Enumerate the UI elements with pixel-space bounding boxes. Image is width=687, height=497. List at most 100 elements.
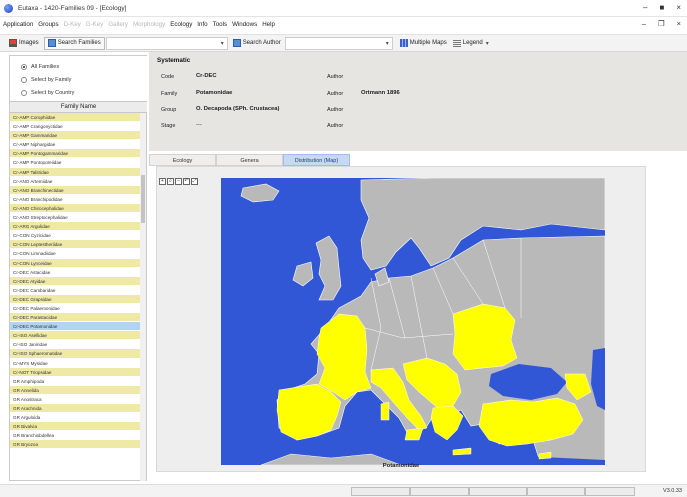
list-item[interactable]: Cr-MYS Mysidae xyxy=(10,359,140,368)
list-item[interactable]: Cr-ANO Branchinectidae xyxy=(10,185,140,195)
multiple-maps-button[interactable]: Multiple Maps xyxy=(397,37,450,50)
section-title: Systematic xyxy=(157,57,191,64)
status-cell xyxy=(527,487,585,496)
child-window-controls: – ❐ × xyxy=(642,17,681,31)
code-value: Cr-DEC xyxy=(196,73,217,79)
search-families-button[interactable]: Search Families xyxy=(43,36,105,50)
list-item[interactable]: Cr-ISO Janiridae xyxy=(10,340,140,350)
close-icon[interactable]: × xyxy=(676,3,681,12)
chevron-down-icon: ▾ xyxy=(385,40,389,47)
zoom-in-icon[interactable]: + xyxy=(159,178,166,185)
search-families-combo[interactable]: ▾ xyxy=(105,36,228,50)
code-label: Code xyxy=(161,74,175,80)
list-item[interactable]: Cr-AMP Crangonyctidae xyxy=(10,122,140,132)
menu-application[interactable]: Application xyxy=(3,21,33,28)
list-scrollbar[interactable] xyxy=(140,113,146,481)
list-item[interactable]: Cr-ANO Streptocephalidae xyxy=(10,213,140,223)
menu-help[interactable]: Help xyxy=(262,21,275,28)
list-item[interactable]: GR Bryozoa xyxy=(10,440,140,450)
fit-extent-icon[interactable]: ⤢ xyxy=(191,178,198,185)
stage-label: Stage xyxy=(161,123,176,129)
list-item[interactable]: GR Branchiobdellea xyxy=(10,431,140,441)
menu-d-key: D-Key xyxy=(63,20,81,28)
list-item[interactable]: Cr-AMP Gammaridae xyxy=(10,131,140,141)
family-label: Family xyxy=(161,91,178,97)
list-item[interactable]: GR Anostraca xyxy=(10,395,140,404)
list-item[interactable]: Cr-DEC Atyidae xyxy=(10,276,140,286)
list-item[interactable]: GR Annelida xyxy=(10,385,140,395)
list-item[interactable]: Cr-CON Leptestheriidae xyxy=(10,240,140,250)
list-item[interactable]: Cr-CON Limnadiidae xyxy=(10,249,140,259)
list-item[interactable]: Cr-CON Cyzicidae xyxy=(10,231,140,241)
search-families-label: Search Families xyxy=(57,40,101,46)
menu-windows[interactable]: Windows xyxy=(232,21,257,28)
maximize-icon[interactable]: ■ xyxy=(659,3,664,12)
menu-gallery: Gallery xyxy=(108,20,128,28)
scrollbar-thumb[interactable] xyxy=(141,175,145,223)
family-list: Cr-AMP Corophiidae Cr-AMP Crangonyctidae C… xyxy=(10,113,140,481)
minimize-icon[interactable]: – xyxy=(643,3,647,12)
filter-all-families[interactable]: All Families xyxy=(21,61,147,72)
search-author-combo[interactable]: ▾ xyxy=(284,36,393,50)
zoom-search-icon[interactable]: ⌕ xyxy=(167,178,174,185)
search-author-button[interactable]: Search Author xyxy=(230,37,284,50)
list-item[interactable]: Cr-ANO Chirocephalidae xyxy=(10,203,140,214)
legend-button[interactable]: Legend ▾ xyxy=(450,37,492,50)
tab-distribution-map[interactable]: Distribution (Map) xyxy=(283,154,350,166)
list-item[interactable]: Cr-AMP Pontoporeiidae xyxy=(10,158,140,168)
map-toolbar: + ⌕ – ↶ ⤢ xyxy=(159,178,198,185)
stage-value: --- xyxy=(196,122,202,128)
list-item[interactable]: Cr-ANO Branchipodidae xyxy=(10,195,140,204)
list-item[interactable]: Cr-AMP Talitridae xyxy=(10,167,140,177)
list-item[interactable]: GR Arguloida xyxy=(10,413,140,423)
list-item[interactable]: Cr-DEC Cambaridae xyxy=(10,286,140,295)
menu-groups[interactable]: Groups xyxy=(38,21,58,28)
list-item[interactable]: Cr-ISO Sphaeromatidae xyxy=(10,349,140,359)
images-button[interactable]: Images xyxy=(6,37,42,50)
list-item[interactable]: Cr-ISO Asellidae xyxy=(10,331,140,341)
menu-ecology[interactable]: Ecology xyxy=(170,21,192,28)
title-bar: Eutaxa - 1420-Families 09 - [Ecology] – … xyxy=(0,0,687,17)
zoom-out-icon[interactable]: – xyxy=(175,178,182,185)
filter-by-family[interactable]: Select by Family xyxy=(21,74,147,85)
radio-button[interactable] xyxy=(21,76,27,83)
europe-distribution-map[interactable] xyxy=(221,178,605,465)
search-author-icon xyxy=(232,39,241,47)
list-item[interactable]: Cr-AMP Corophiidae xyxy=(10,113,140,123)
images-label: Images xyxy=(19,40,39,46)
filter-by-country[interactable]: Select by Country xyxy=(21,87,147,98)
child-restore-icon[interactable]: ❐ xyxy=(658,17,665,31)
systematic-panel: Systematic Code Cr-DEC Author Family Pot… xyxy=(149,52,687,151)
radio-button[interactable] xyxy=(21,63,27,70)
child-close-icon[interactable]: × xyxy=(677,17,681,31)
list-item[interactable]: Cr-NOT Triopsidae xyxy=(10,367,140,377)
child-minimize-icon[interactable]: – xyxy=(642,17,646,31)
undo-icon[interactable]: ↶ xyxy=(183,178,190,185)
menu-info[interactable]: Info xyxy=(197,21,207,28)
list-item[interactable]: Cr-ARG Argulidae xyxy=(10,222,140,232)
list-item[interactable]: Cr-AMP Pontogammaridae xyxy=(10,149,140,159)
list-item[interactable]: Cr-DEC Potamonidae xyxy=(10,322,140,332)
radio-button[interactable] xyxy=(21,89,27,96)
window-controls: – ■ × xyxy=(643,3,681,12)
list-item[interactable]: GR Arachnida xyxy=(10,404,140,414)
list-item[interactable]: Cr-ANO Artemiidae xyxy=(10,177,140,186)
list-item[interactable]: Cr-DEC Astacidae xyxy=(10,268,140,277)
chevron-down-icon: ▾ xyxy=(485,40,489,47)
list-item[interactable]: Cr-DEC Palaemonidae xyxy=(10,304,140,314)
list-item[interactable]: Cr-DEC Parastacidae xyxy=(10,313,140,323)
status-cell xyxy=(469,487,527,496)
list-item[interactable]: GR Bivalvia xyxy=(10,422,140,432)
list-item[interactable]: Cr-CON Lynceidae xyxy=(10,258,140,268)
author-label: Author xyxy=(327,123,344,129)
group-value: O. Decapoda (SPh. Crustacea) xyxy=(196,106,280,112)
list-item[interactable]: Cr-DEC Grapsidae xyxy=(10,294,140,304)
map-panel: + ⌕ – ↶ ⤢ xyxy=(156,166,646,472)
list-item[interactable]: GR Amphipoda xyxy=(10,377,140,386)
column-header-family-name[interactable]: Family Name xyxy=(10,101,147,113)
map-caption: Potamonidae xyxy=(382,463,420,469)
tab-genera[interactable]: Genera xyxy=(216,154,283,166)
tab-ecology[interactable]: Ecology xyxy=(149,154,216,166)
menu-tools[interactable]: Tools xyxy=(213,21,227,28)
list-item[interactable]: Cr-AMP Niphargidae xyxy=(10,140,140,150)
